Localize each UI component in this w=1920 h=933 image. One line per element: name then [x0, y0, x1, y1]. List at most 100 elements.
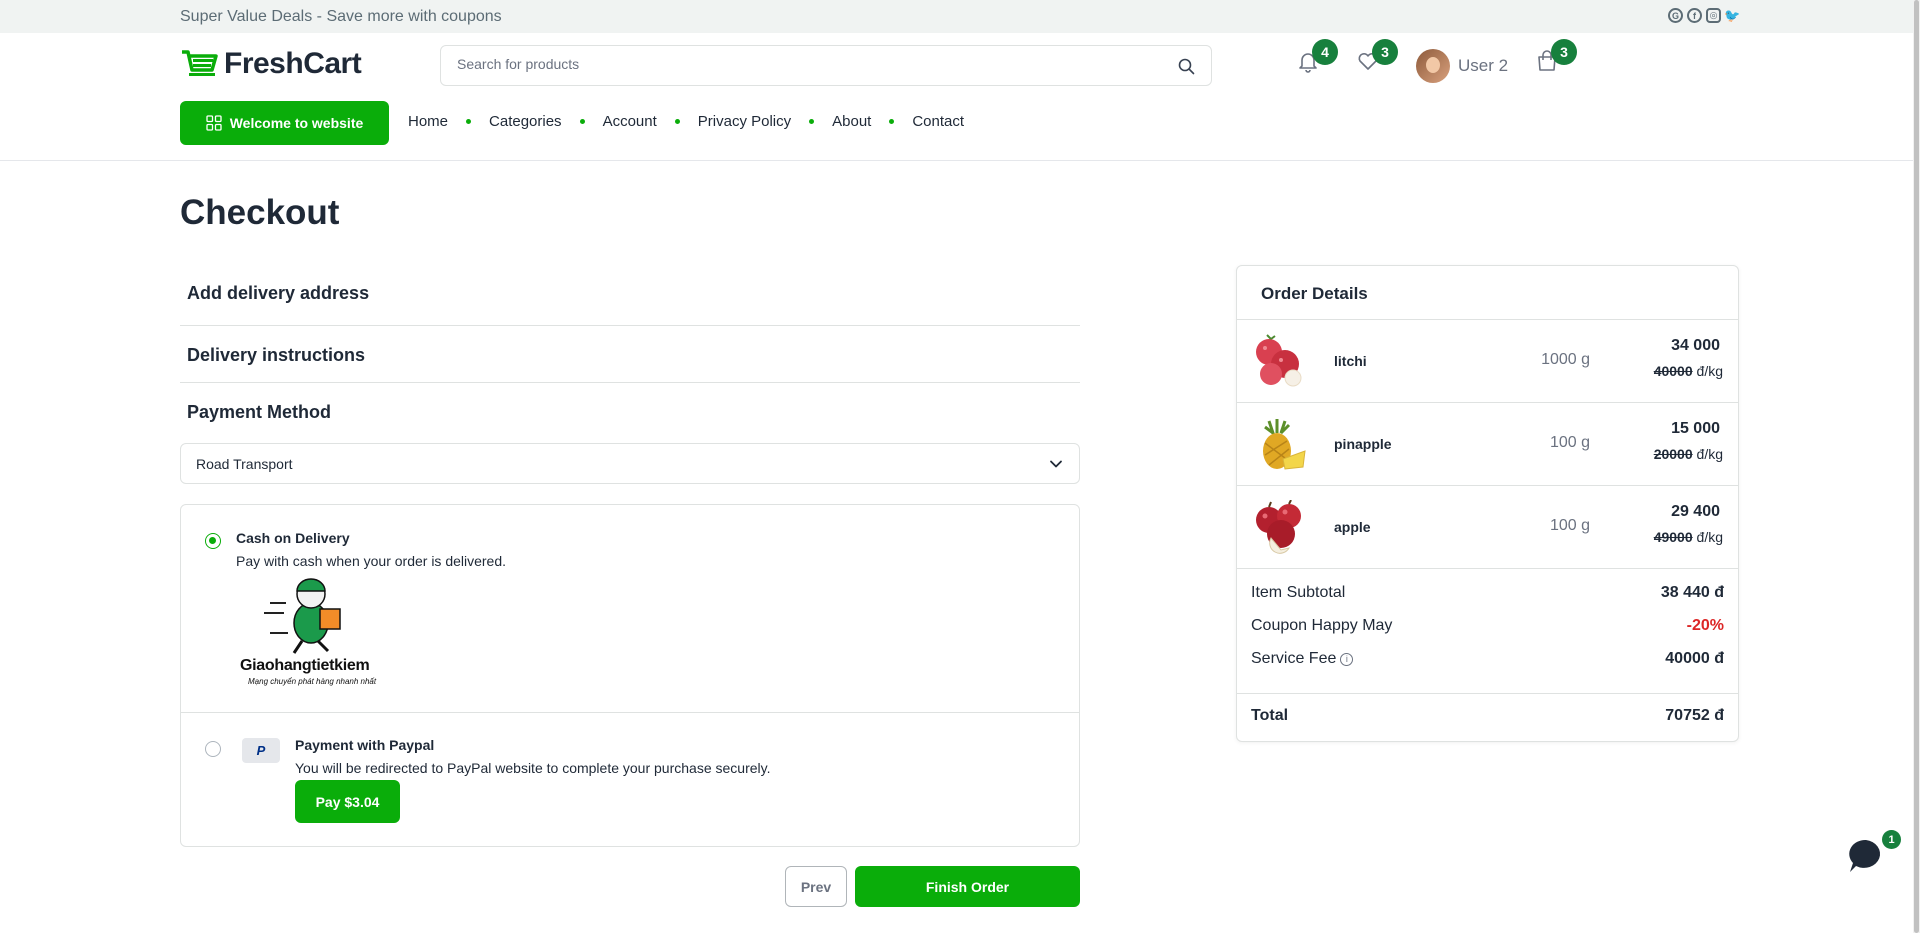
info-icon[interactable]: i: [1340, 652, 1354, 666]
service-fee-label: Service Fee: [1251, 650, 1337, 667]
instagram-icon[interactable]: ◎: [1706, 8, 1721, 23]
shipping-select[interactable]: Road Transport: [180, 443, 1080, 484]
product-old-price: 49000 đ/kg: [1653, 529, 1723, 545]
delivery-address-section[interactable]: Add delivery address: [187, 283, 369, 304]
coupon-value: -20%: [1686, 617, 1724, 634]
scrollbar-thumb[interactable]: [1914, 0, 1919, 933]
service-fee-label-wrap: Service Fee i: [1251, 650, 1354, 668]
divider: [1237, 693, 1738, 694]
giaohangtietkiem-logo: Giaohangtietkiem Mạng chuyển phát hàng n…: [236, 573, 388, 691]
product-old-price: 40000 đ/kg: [1653, 363, 1723, 379]
ghtk-slogan: Mạng chuyển phát hàng nhanh nhất: [248, 677, 377, 686]
main-nav: Home Categories Account Privacy Policy A…: [408, 113, 964, 130]
cart-badge: 3: [1551, 39, 1577, 65]
nav-separator: [579, 119, 585, 124]
product-quantity: 1000 g: [1541, 351, 1590, 368]
facebook-icon[interactable]: f: [1687, 8, 1702, 23]
service-fee-value: 40000 đ: [1665, 650, 1724, 667]
order-item: litchi 1000 g 34 000 40000 đ/kg: [1237, 319, 1738, 402]
page-title: Checkout: [180, 193, 340, 232]
nav-separator: [809, 119, 815, 124]
chevron-down-icon: [1049, 457, 1063, 476]
ghtk-brand: Giaohangtietkiem: [240, 657, 370, 674]
shipping-selected-value: Road Transport: [196, 456, 293, 472]
paypal-pay-button[interactable]: Pay $3.04: [295, 780, 400, 823]
notifications-button[interactable]: 4: [1296, 39, 1338, 77]
finish-order-button[interactable]: Finish Order: [855, 866, 1080, 907]
coupon-label: Coupon Happy May: [1251, 617, 1393, 634]
payment-option-cod[interactable]: Cash on Delivery Pay with cash when your…: [180, 504, 1080, 713]
avatar: [1416, 49, 1450, 83]
nav-separator: [466, 119, 472, 124]
user-menu[interactable]: User 2: [1416, 49, 1508, 83]
top-bar: Super Value Deals - Save more with coupo…: [0, 0, 1920, 33]
wishlist-button[interactable]: 3: [1356, 39, 1398, 77]
google-icon[interactable]: G: [1668, 8, 1683, 23]
product-price: 15 000: [1671, 420, 1720, 437]
wishlist-badge: 3: [1372, 39, 1398, 65]
payment-option-paypal[interactable]: P Payment with Paypal You will be redire…: [180, 712, 1080, 847]
order-item: pinapple 100 g 15 000 20000 đ/kg: [1237, 402, 1738, 485]
cod-description: Pay with cash when your order is deliver…: [236, 553, 507, 569]
prev-button[interactable]: Prev: [785, 866, 847, 907]
product-quantity: 100 g: [1549, 517, 1590, 534]
paypal-title: Payment with Paypal: [295, 737, 435, 753]
subtotal-label: Item Subtotal: [1251, 584, 1346, 601]
order-item: apple 100 g 29 400 49000 đ/kg: [1237, 485, 1738, 568]
promo-text: Super Value Deals - Save more with coupo…: [180, 8, 502, 25]
total-label: Total: [1251, 707, 1289, 724]
product-old-price: 20000 đ/kg: [1653, 446, 1723, 462]
chat-bubble-icon: [1849, 839, 1881, 872]
welcome-label: Welcome to website: [229, 115, 364, 131]
product-name: apple: [1334, 519, 1371, 535]
subtotal-value: 38 440 đ: [1660, 584, 1724, 601]
delivery-instructions-section[interactable]: Delivery instructions: [187, 345, 365, 366]
grid-icon: [206, 115, 222, 131]
header: FreshCart 4 3 User 2 3 Welcome to websit…: [0, 33, 1920, 161]
litchi-image: [1256, 334, 1302, 387]
product-name: litchi: [1334, 353, 1367, 369]
nav-privacy-policy[interactable]: Privacy Policy: [698, 113, 791, 130]
nav-about[interactable]: About: [832, 113, 871, 130]
nav-contact[interactable]: Contact: [912, 113, 964, 130]
divider: [180, 382, 1080, 383]
nav-account[interactable]: Account: [603, 113, 657, 130]
chat-badge: 1: [1882, 830, 1901, 849]
welcome-button[interactable]: Welcome to website: [180, 101, 389, 145]
order-details-card: Order Details litchi 1000 g 34 000 40000…: [1236, 265, 1739, 742]
divider: [180, 325, 1080, 326]
search-icon[interactable]: [1178, 58, 1195, 80]
paypal-icon: P: [242, 738, 280, 763]
twitter-icon[interactable]: 🐦: [1724, 8, 1740, 23]
paypal-description: You will be redirected to PayPal website…: [295, 760, 771, 776]
user-name: User 2: [1458, 56, 1509, 75]
social-links: G f ◎ 🐦: [1668, 8, 1741, 23]
divider: [1237, 568, 1738, 569]
cart-button[interactable]: 3: [1535, 39, 1577, 77]
cod-title: Cash on Delivery: [236, 530, 350, 546]
pineapple-image: [1263, 419, 1306, 470]
payment-method-section: Payment Method: [187, 402, 332, 422]
nav-separator: [889, 119, 895, 124]
chat-widget-button[interactable]: 1: [1846, 830, 1901, 876]
nav-categories[interactable]: Categories: [489, 113, 562, 130]
notifications-badge: 4: [1312, 39, 1338, 65]
cart-logo-icon: [182, 50, 218, 76]
scrollbar[interactable]: [1913, 0, 1920, 933]
cod-radio[interactable]: [205, 533, 221, 549]
logo-text: FreshCart: [224, 47, 362, 80]
search-bar[interactable]: [440, 45, 1212, 86]
product-name: pinapple: [1334, 436, 1392, 452]
delivery-mascot-icon: [264, 578, 341, 654]
search-input[interactable]: [457, 56, 1137, 72]
nav-home[interactable]: Home: [408, 113, 448, 130]
product-price: 29 400: [1671, 503, 1720, 520]
product-price: 34 000: [1671, 337, 1720, 354]
nav-separator: [674, 119, 680, 124]
total-value: 70752 đ: [1665, 707, 1724, 724]
paypal-radio[interactable]: [205, 741, 221, 757]
order-details-title: Order Details: [1261, 284, 1368, 303]
logo[interactable]: FreshCart: [180, 47, 362, 81]
apple-image: [1256, 500, 1301, 554]
product-quantity: 100 g: [1549, 434, 1590, 451]
